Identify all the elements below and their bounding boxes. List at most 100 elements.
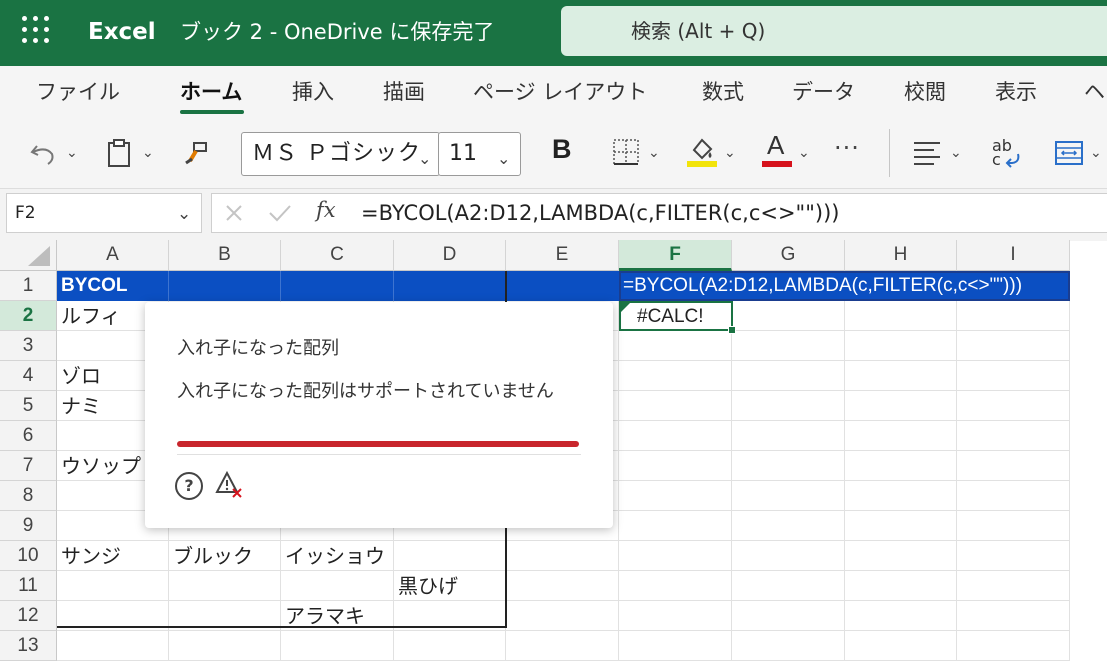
- cell-A1[interactable]: BYCOL: [61, 273, 128, 299]
- row-header-4[interactable]: 4: [0, 361, 57, 391]
- cell-F7[interactable]: [619, 451, 732, 481]
- cell-I5[interactable]: [957, 391, 1070, 421]
- cell-H2[interactable]: [845, 301, 957, 331]
- tab-data[interactable]: データ: [792, 76, 855, 108]
- cell-B10[interactable]: ブルック: [169, 541, 281, 571]
- cell-F13[interactable]: [619, 631, 732, 661]
- cell-G13[interactable]: [732, 631, 845, 661]
- cell-B13[interactable]: [169, 631, 281, 661]
- cell-E11[interactable]: [506, 571, 619, 601]
- search-box[interactable]: 検索 (Alt + Q): [561, 6, 1107, 56]
- cell-I4[interactable]: [957, 361, 1070, 391]
- cell-A10[interactable]: サンジ: [57, 541, 169, 571]
- column-header-I[interactable]: I: [957, 240, 1070, 271]
- cell-I13[interactable]: [957, 631, 1070, 661]
- column-header-D[interactable]: D: [394, 240, 506, 271]
- font-color-dropdown-icon[interactable]: ⌄: [798, 145, 810, 161]
- tab-page-layout[interactable]: ページ レイアウト: [473, 76, 647, 108]
- cell-C13[interactable]: [281, 631, 394, 661]
- cell-G6[interactable]: [732, 421, 845, 451]
- column-header-F[interactable]: F: [619, 240, 732, 271]
- column-header-C[interactable]: C: [281, 240, 394, 271]
- app-name[interactable]: Excel: [88, 16, 156, 48]
- cell-H13[interactable]: [845, 631, 957, 661]
- cell-G7[interactable]: [732, 451, 845, 481]
- paste-icon[interactable]: [104, 137, 134, 169]
- cell-I9[interactable]: [957, 511, 1070, 541]
- align-dropdown-icon[interactable]: ⌄: [950, 145, 962, 161]
- cell-D11[interactable]: 黒ひげ: [394, 571, 506, 601]
- format-painter-icon[interactable]: [180, 137, 212, 169]
- column-header-B[interactable]: B: [169, 240, 281, 271]
- document-title[interactable]: ブック 2 - OneDrive に保存完了: [180, 16, 494, 48]
- cell-E12[interactable]: [506, 601, 619, 631]
- formula-input[interactable]: =BYCOL(A2:D12,LAMBDA(c,FILTER(c,c<>""))): [351, 193, 1107, 233]
- cell-G9[interactable]: [732, 511, 845, 541]
- cell-I7[interactable]: [957, 451, 1070, 481]
- cell-B11[interactable]: [169, 571, 281, 601]
- row-header-9[interactable]: 9: [0, 511, 57, 541]
- undo-dropdown-icon[interactable]: ⌄: [66, 145, 78, 161]
- fill-handle[interactable]: [728, 326, 736, 334]
- cell-F1[interactable]: =BYCOL(A2:D12,LAMBDA(c,FILTER(c,c<>""))): [623, 273, 1022, 299]
- cell-G12[interactable]: [732, 601, 845, 631]
- tab-file[interactable]: ファイル: [36, 76, 120, 108]
- row-header-7[interactable]: 7: [0, 451, 57, 481]
- font-color-button[interactable]: A: [762, 130, 792, 167]
- cell-F5[interactable]: [619, 391, 732, 421]
- column-header-A[interactable]: A: [57, 240, 169, 271]
- cell-H10[interactable]: [845, 541, 957, 571]
- cell-H12[interactable]: [845, 601, 957, 631]
- cell-I11[interactable]: [957, 571, 1070, 601]
- tab-review[interactable]: 校閲: [904, 76, 946, 108]
- cell-G5[interactable]: [732, 391, 845, 421]
- tab-insert[interactable]: 挿入: [292, 76, 334, 108]
- row-header-12[interactable]: 12: [0, 601, 57, 631]
- row-header-6[interactable]: 6: [0, 421, 57, 451]
- cell-H9[interactable]: [845, 511, 957, 541]
- selected-cell-F2[interactable]: #CALC!: [619, 301, 736, 334]
- cell-F4[interactable]: [619, 361, 732, 391]
- cancel-icon[interactable]: [224, 203, 244, 223]
- column-header-G[interactable]: G: [732, 240, 845, 271]
- cell-I8[interactable]: [957, 481, 1070, 511]
- cell-H3[interactable]: [845, 331, 957, 361]
- tab-formulas[interactable]: 数式: [702, 76, 744, 108]
- borders-icon[interactable]: [612, 138, 640, 166]
- cell-A11[interactable]: [57, 571, 169, 601]
- cell-F6[interactable]: [619, 421, 732, 451]
- cell-F11[interactable]: [619, 571, 732, 601]
- row-header-3[interactable]: 3: [0, 331, 57, 361]
- cell-A13[interactable]: [57, 631, 169, 661]
- merge-center-icon[interactable]: [1054, 140, 1084, 166]
- column-header-H[interactable]: H: [845, 240, 957, 271]
- cell-C11[interactable]: [281, 571, 394, 601]
- more-options-button[interactable]: ···: [834, 134, 860, 162]
- cell-E10[interactable]: [506, 541, 619, 571]
- bold-button[interactable]: B: [552, 134, 572, 165]
- cell-I2[interactable]: [957, 301, 1070, 331]
- insert-function-icon[interactable]: fx: [316, 198, 336, 222]
- cell-E13[interactable]: [506, 631, 619, 661]
- cell-G2[interactable]: [732, 301, 845, 331]
- undo-icon[interactable]: [28, 138, 58, 168]
- cell-D10[interactable]: [394, 541, 506, 571]
- cell-I3[interactable]: [957, 331, 1070, 361]
- cell-H6[interactable]: [845, 421, 957, 451]
- fill-color-icon[interactable]: [686, 134, 718, 168]
- tab-draw[interactable]: 描画: [383, 76, 425, 108]
- row-header-13[interactable]: 13: [0, 631, 57, 661]
- select-all-corner[interactable]: [0, 240, 57, 271]
- cell-G3[interactable]: [732, 331, 845, 361]
- tab-view[interactable]: 表示: [995, 76, 1037, 108]
- ignore-error-icon[interactable]: [215, 470, 245, 500]
- cell-G4[interactable]: [732, 361, 845, 391]
- wrap-text-icon[interactable]: ab c: [990, 136, 1024, 172]
- merge-dropdown-icon[interactable]: ⌄: [1090, 145, 1102, 161]
- row-header-10[interactable]: 10: [0, 541, 57, 571]
- cell-G11[interactable]: [732, 571, 845, 601]
- align-left-icon[interactable]: [912, 140, 942, 166]
- fill-color-dropdown-icon[interactable]: ⌄: [724, 145, 736, 161]
- row-header-8[interactable]: 8: [0, 481, 57, 511]
- cell-D13[interactable]: [394, 631, 506, 661]
